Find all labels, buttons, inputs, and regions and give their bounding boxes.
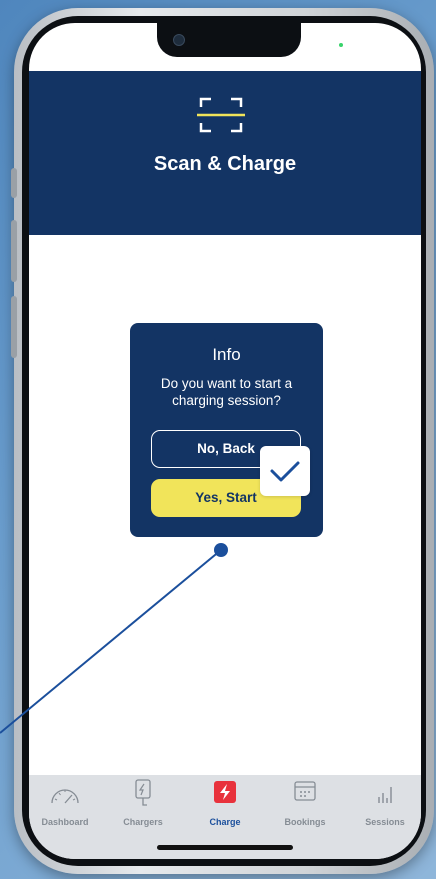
- tab-label: Charge: [209, 817, 241, 827]
- tab-charge[interactable]: Charge: [189, 779, 261, 839]
- confirm-badge: [260, 446, 310, 496]
- tab-label: Chargers: [123, 817, 163, 827]
- tab-dashboard[interactable]: Dashboard: [29, 779, 101, 839]
- phone-frame: Scan & Charge Info Do you want to start …: [11, 8, 434, 874]
- speedometer-icon: [51, 789, 79, 804]
- tab-chargers[interactable]: Chargers: [107, 779, 179, 839]
- dialog-message: Do you want to start a charging session?: [160, 376, 293, 408]
- bolt-icon: [214, 781, 236, 803]
- dialog-title: Info: [212, 345, 241, 364]
- tab-label: Bookings: [284, 817, 326, 827]
- front-camera: [173, 34, 185, 46]
- mute-switch: [11, 168, 17, 198]
- privacy-indicator: [339, 43, 343, 47]
- scan-icon: [197, 97, 245, 133]
- volume-down-button: [11, 296, 17, 358]
- header: Scan & Charge: [29, 71, 421, 235]
- bar-chart-icon: [378, 787, 392, 803]
- tab-bookings[interactable]: Bookings: [269, 779, 341, 839]
- charger-icon: [135, 779, 151, 806]
- calendar-icon: [294, 781, 316, 801]
- tab-label: Dashboard: [41, 817, 89, 827]
- info-dialog: Info Do you want to start a charging ses…: [130, 323, 323, 537]
- checkmark-icon: [270, 461, 300, 482]
- tab-label: Sessions: [365, 817, 405, 827]
- page-title: Scan & Charge: [153, 153, 297, 175]
- home-indicator: [157, 845, 293, 850]
- notch: [157, 23, 301, 57]
- app-screen: Scan & Charge Info Do you want to start …: [29, 23, 421, 859]
- volume-up-button: [11, 220, 17, 282]
- tab-sessions[interactable]: Sessions: [349, 779, 421, 839]
